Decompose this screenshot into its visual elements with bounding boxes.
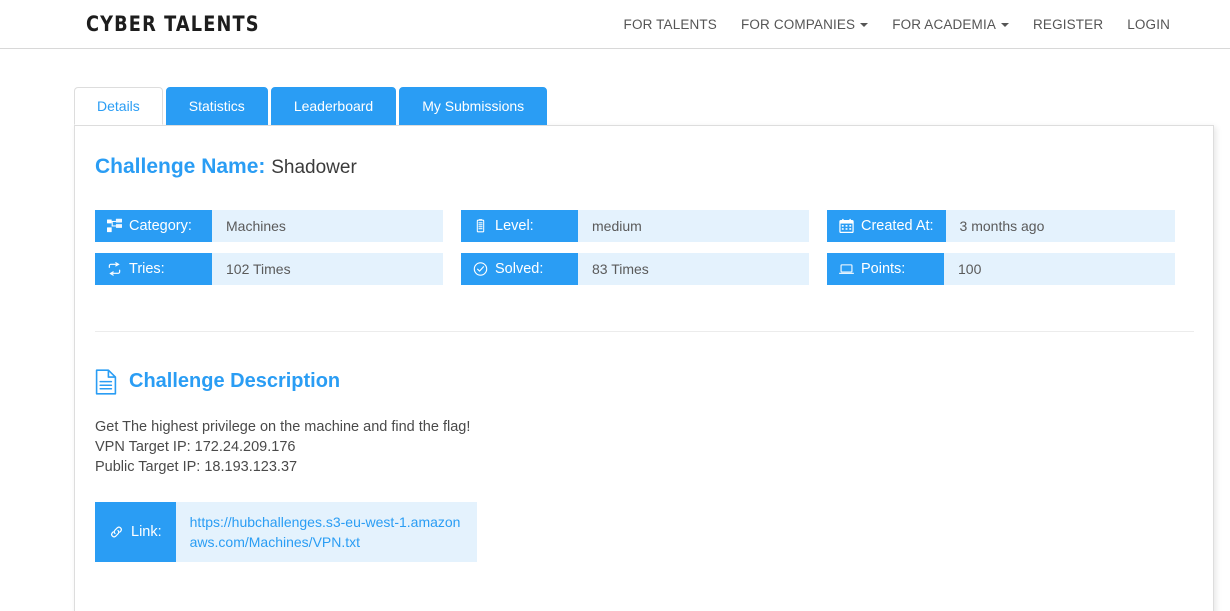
info-label-text: Points: [861, 260, 906, 277]
info-label-text: Tries: [129, 260, 165, 277]
description-line: Public Target IP: 18.193.123.37 [95, 458, 298, 475]
description-line: Get The highest privilege on the machine… [95, 418, 471, 435]
info-label-text: Category: [129, 217, 192, 234]
info-label-created-at: Created At: [827, 209, 946, 242]
info-label-text: Level: [495, 217, 534, 234]
info-value-category: Machines [212, 209, 443, 242]
battery-icon [473, 218, 488, 234]
link-label: Link: [95, 501, 176, 562]
tab-label: My Submissions [422, 98, 525, 114]
info-label-solved: Solved: [461, 252, 578, 285]
tab-label: Details [97, 98, 140, 114]
info-value-solved: 83 Times [578, 252, 809, 285]
description-header: Challenge Description [95, 369, 1193, 395]
grid-spacer [443, 253, 461, 285]
info-box-category: Category: Machines [95, 209, 443, 242]
nav-item-label: FOR TALENTS [623, 17, 717, 32]
chain-icon [109, 524, 124, 540]
info-box-level: Level: medium [461, 209, 809, 242]
file-text-icon [95, 369, 117, 395]
info-value-points: 100 [944, 252, 1175, 285]
info-label-text: Created At: [861, 217, 934, 234]
nav-item-for-talents[interactable]: FOR TALENTS [612, 0, 729, 49]
calendar-icon [839, 218, 854, 234]
top-navbar: CYBER TALENTS FOR TALENTS FOR COMPANIES … [0, 0, 1230, 49]
tab-label: Leaderboard [293, 98, 374, 114]
tab-statistics[interactable]: Statistics [165, 87, 268, 125]
nav-item-login[interactable]: LOGIN [1115, 0, 1182, 49]
challenge-link-box: Link: https://hubchallenges.s3-eu-west-1… [95, 501, 477, 562]
section-divider [95, 330, 1194, 332]
tab-label: Statistics [188, 98, 245, 114]
nav-item-for-academia[interactable]: FOR ACADEMIA [880, 0, 1021, 49]
challenge-tabs: Details Statistics Leaderboard My Submis… [74, 87, 550, 125]
check-circle-icon [473, 261, 488, 277]
nav-item-for-companies[interactable]: FOR COMPANIES [729, 0, 880, 49]
nav-item-label: LOGIN [1127, 17, 1170, 32]
description-body: Get The highest privilege on the machine… [95, 417, 1193, 477]
nav-item-label: FOR ACADEMIA [892, 17, 997, 32]
info-value-created-at: 3 months ago [945, 209, 1175, 242]
grid-spacer [443, 210, 461, 242]
laptop-icon [839, 261, 854, 277]
description-title: Challenge Description [129, 370, 341, 393]
info-box-tries: Tries: 102 Times [95, 252, 443, 285]
info-label-points: Points: [827, 252, 944, 285]
chevron-down-icon [1001, 22, 1010, 27]
nav-item-label: REGISTER [1033, 17, 1104, 32]
info-label-tries: Tries: [95, 252, 212, 285]
page-title: Challenge Name: Shadower [95, 154, 1193, 180]
sitemap-icon [107, 218, 122, 234]
nav-item-label: FOR COMPANIES [740, 17, 856, 32]
info-box-created-at: Created At: 3 months ago [827, 209, 1175, 242]
challenge-link-url[interactable]: https://hubchallenges.s3-eu-west-1.amazo… [175, 501, 477, 562]
chevron-down-icon [860, 22, 869, 27]
tab-details[interactable]: Details [74, 87, 163, 125]
challenge-name-label: Challenge Name: [95, 155, 266, 178]
details-panel: Challenge Name: Shadower Category: Machi… [74, 125, 1214, 611]
link-label-text: Link: [131, 523, 162, 540]
challenge-name-value: Shadower [271, 157, 357, 178]
description-line: VPN Target IP: 172.24.209.176 [95, 438, 296, 455]
info-value-tries: 102 Times [212, 252, 443, 285]
info-label-level: Level: [461, 209, 578, 242]
site-logo[interactable]: CYBER TALENTS [86, 12, 260, 36]
info-label-category: Category: [95, 209, 212, 242]
info-label-text: Solved: [495, 260, 544, 277]
challenge-info-grid: Category: Machines Level: medium Created… [95, 209, 1193, 285]
info-value-level: medium [578, 209, 809, 242]
info-box-solved: Solved: 83 Times [461, 252, 809, 285]
primary-nav: FOR TALENTS FOR COMPANIES FOR ACADEMIA R… [612, 0, 1182, 49]
grid-spacer [809, 253, 827, 285]
info-box-points: Points: 100 [827, 252, 1175, 285]
nav-item-register[interactable]: REGISTER [1021, 0, 1115, 49]
tab-my-submissions[interactable]: My Submissions [399, 87, 548, 125]
tab-leaderboard[interactable]: Leaderboard [270, 87, 397, 125]
retweet-icon [107, 261, 122, 277]
grid-spacer [809, 210, 827, 242]
